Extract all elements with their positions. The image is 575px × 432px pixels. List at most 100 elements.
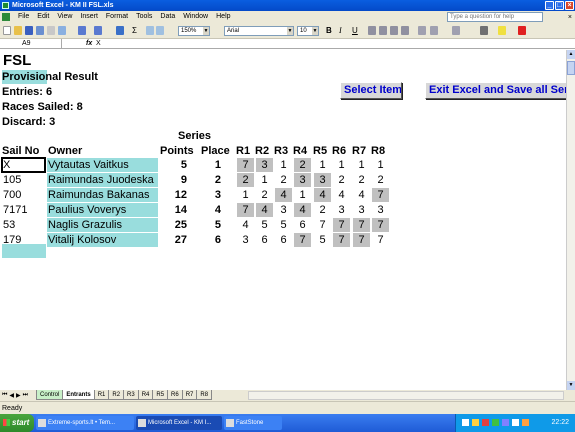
race-result-cell[interactable]: 3 <box>353 203 370 217</box>
race-result-cell[interactable]: 2 <box>294 158 311 172</box>
place-cell[interactable]: 3 <box>201 188 221 202</box>
next-tab-icon[interactable]: ▶ <box>16 392 21 399</box>
race-result-cell[interactable]: 4 <box>256 203 273 217</box>
menu-edit[interactable]: Edit <box>33 11 53 23</box>
menu-insert[interactable]: Insert <box>76 11 102 23</box>
race-result-cell[interactable]: 7 <box>353 233 370 247</box>
race-result-cell[interactable]: 1 <box>333 158 350 172</box>
menu-tools[interactable]: Tools <box>132 11 156 23</box>
menu-file[interactable]: File <box>14 11 33 23</box>
race-result-cell[interactable]: 1 <box>314 158 331 172</box>
race-result-cell[interactable]: 3 <box>294 173 311 187</box>
taskbar-task-button[interactable]: FastStone <box>224 416 282 430</box>
place-cell[interactable]: 5 <box>201 218 221 232</box>
points-cell[interactable]: 12 <box>160 188 187 202</box>
currency-icon[interactable] <box>418 26 426 35</box>
print-preview-icon[interactable] <box>58 26 66 35</box>
race-result-cell[interactable]: 4 <box>237 218 254 232</box>
race-result-cell[interactable]: 4 <box>275 188 292 202</box>
fill-color-icon[interactable] <box>498 26 506 35</box>
align-center-icon[interactable] <box>379 26 387 35</box>
font-color-icon[interactable] <box>518 26 526 35</box>
race-result-cell[interactable]: 2 <box>275 173 292 187</box>
race-result-cell[interactable]: 7 <box>333 218 350 232</box>
borders-icon[interactable] <box>480 26 488 35</box>
sail-number-cell[interactable]: 700 <box>3 188 45 202</box>
exit-save-button[interactable]: Exit Excel and Save all Sen <box>425 82 566 99</box>
sail-number-cell[interactable]: 105 <box>3 173 45 187</box>
tab-r3[interactable]: R3 <box>123 390 139 400</box>
place-cell[interactable]: 1 <box>201 158 221 172</box>
empty-teal-cell[interactable] <box>2 244 46 258</box>
sort-ascending-icon[interactable] <box>146 26 154 35</box>
zoom-select[interactable]: 150% ▼ <box>178 26 210 36</box>
tray-app-icon[interactable] <box>522 419 529 426</box>
autosum-icon[interactable]: Σ <box>132 26 137 36</box>
redo-icon[interactable] <box>94 26 102 35</box>
race-result-cell[interactable]: 6 <box>294 218 311 232</box>
race-result-cell[interactable]: 3 <box>372 203 389 217</box>
race-result-cell[interactable]: 7 <box>314 218 331 232</box>
open-icon[interactable] <box>14 26 22 35</box>
start-button[interactable]: start <box>0 414 34 432</box>
points-cell[interactable]: 25 <box>160 218 187 232</box>
menu-format[interactable]: Format <box>102 11 132 23</box>
scroll-up-icon[interactable]: ▲ <box>567 50 575 59</box>
race-result-cell[interactable]: 2 <box>314 203 331 217</box>
race-result-cell[interactable]: 1 <box>275 158 292 172</box>
underline-button[interactable]: U <box>352 26 358 36</box>
tab-control[interactable]: Control <box>36 390 64 400</box>
close-button[interactable]: × <box>565 1 574 10</box>
race-result-cell[interactable]: 7 <box>333 233 350 247</box>
name-box[interactable]: A9 <box>0 39 62 48</box>
tray-app-icon[interactable] <box>472 419 479 426</box>
print-icon[interactable] <box>47 26 55 35</box>
undo-icon[interactable] <box>78 26 86 35</box>
race-result-cell[interactable]: 3 <box>333 203 350 217</box>
race-result-cell[interactable]: 2 <box>333 173 350 187</box>
race-result-cell[interactable]: 2 <box>237 173 254 187</box>
select-item-button[interactable]: Select Item <box>340 82 402 99</box>
indent-icon[interactable] <box>452 26 460 35</box>
tab-r7[interactable]: R7 <box>181 390 198 400</box>
owner-cell[interactable]: Raimundas Juodeska <box>47 173 158 187</box>
tray-app-icon[interactable] <box>512 419 519 426</box>
owner-cell[interactable]: Vitalij Kolosov <box>47 233 158 247</box>
first-tab-icon[interactable]: ⏮ <box>2 392 7 399</box>
minimize-button[interactable]: _ <box>545 1 554 10</box>
race-result-cell[interactable]: 6 <box>275 233 292 247</box>
taskbar-task-button[interactable]: Extreme-sports.lt • Tem... <box>36 416 134 430</box>
hyperlink-icon[interactable] <box>116 26 124 35</box>
chart-wizard-icon[interactable] <box>156 26 164 35</box>
horizontal-scrollbar[interactable] <box>248 391 564 400</box>
sail-number-cell[interactable]: 53 <box>3 218 45 232</box>
tray-app-icon[interactable] <box>492 419 499 426</box>
save-icon[interactable] <box>25 26 33 35</box>
merge-center-icon[interactable] <box>401 26 409 35</box>
bold-button[interactable]: B <box>326 26 332 36</box>
race-result-cell[interactable]: 7 <box>372 233 389 247</box>
font-size-select[interactable]: 10 ▼ <box>297 26 319 36</box>
scroll-down-icon[interactable]: ▼ <box>567 381 575 390</box>
menu-window[interactable]: Window <box>179 11 212 23</box>
worksheet-grid[interactable]: FSL Provisional Result Entries: 6 Races … <box>0 50 566 390</box>
vertical-scrollbar[interactable]: ▲ ▼ <box>566 50 575 390</box>
formula-input[interactable]: X <box>96 39 101 48</box>
network-icon[interactable] <box>462 419 469 426</box>
taskbar-task-button[interactable]: Microsoft Excel - KM I... <box>136 416 222 430</box>
owner-cell[interactable]: Naglis Grazulis <box>47 218 158 232</box>
place-cell[interactable]: 4 <box>201 203 221 217</box>
prev-tab-icon[interactable]: ◀ <box>9 392 14 399</box>
place-cell[interactable]: 6 <box>201 233 221 247</box>
race-result-cell[interactable]: 2 <box>353 173 370 187</box>
tab-r5[interactable]: R5 <box>152 390 169 400</box>
race-result-cell[interactable]: 4 <box>294 203 311 217</box>
race-result-cell[interactable]: 4 <box>353 188 370 202</box>
tab-r1[interactable]: R1 <box>93 390 110 400</box>
race-result-cell[interactable]: 5 <box>314 233 331 247</box>
race-result-cell[interactable]: 1 <box>237 188 254 202</box>
owner-cell[interactable]: Raimundas Bakanas <box>47 188 158 202</box>
race-result-cell[interactable]: 7 <box>372 218 389 232</box>
owner-cell[interactable]: Paulius Voverys <box>47 203 158 217</box>
race-result-cell[interactable]: 7 <box>372 188 389 202</box>
